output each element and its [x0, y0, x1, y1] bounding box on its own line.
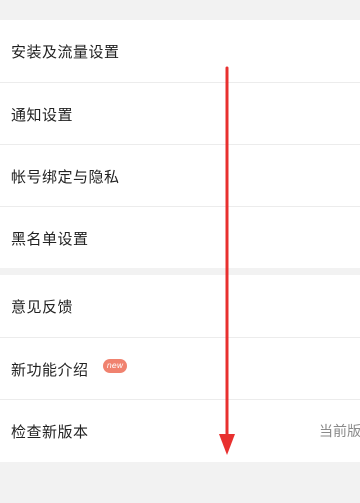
settings-group-1: 安装及流量设置 通知设置 帐号绑定与隐私 黑名单设置 — [0, 20, 360, 268]
row-label: 安装及流量设置 — [11, 42, 120, 61]
row-label: 检查新版本 — [11, 422, 89, 441]
current-version-value: 当前版 — [319, 424, 360, 440]
row-label: 意见反馈 — [11, 297, 74, 316]
feedback-row[interactable]: 意见反馈 — [0, 275, 360, 337]
row-label: 帐号绑定与隐私 — [11, 167, 120, 186]
notification-settings-row[interactable]: 通知设置 — [0, 83, 360, 145]
new-features-row[interactable]: 新功能介绍 new — [0, 338, 360, 400]
row-label: 黑名单设置 — [11, 229, 89, 248]
install-traffic-settings-row[interactable]: 安装及流量设置 — [0, 20, 360, 82]
row-label: 通知设置 — [11, 105, 74, 124]
row-label: 新功能介绍 — [11, 360, 89, 379]
check-update-row[interactable]: 检查新版本 当前版 — [0, 400, 360, 462]
settings-group-2: 意见反馈 新功能介绍 new 检查新版本 当前版 — [0, 275, 360, 462]
blacklist-settings-row[interactable]: 黑名单设置 — [0, 207, 360, 269]
account-binding-privacy-row[interactable]: 帐号绑定与隐私 — [0, 145, 360, 207]
new-badge: new — [103, 359, 127, 373]
